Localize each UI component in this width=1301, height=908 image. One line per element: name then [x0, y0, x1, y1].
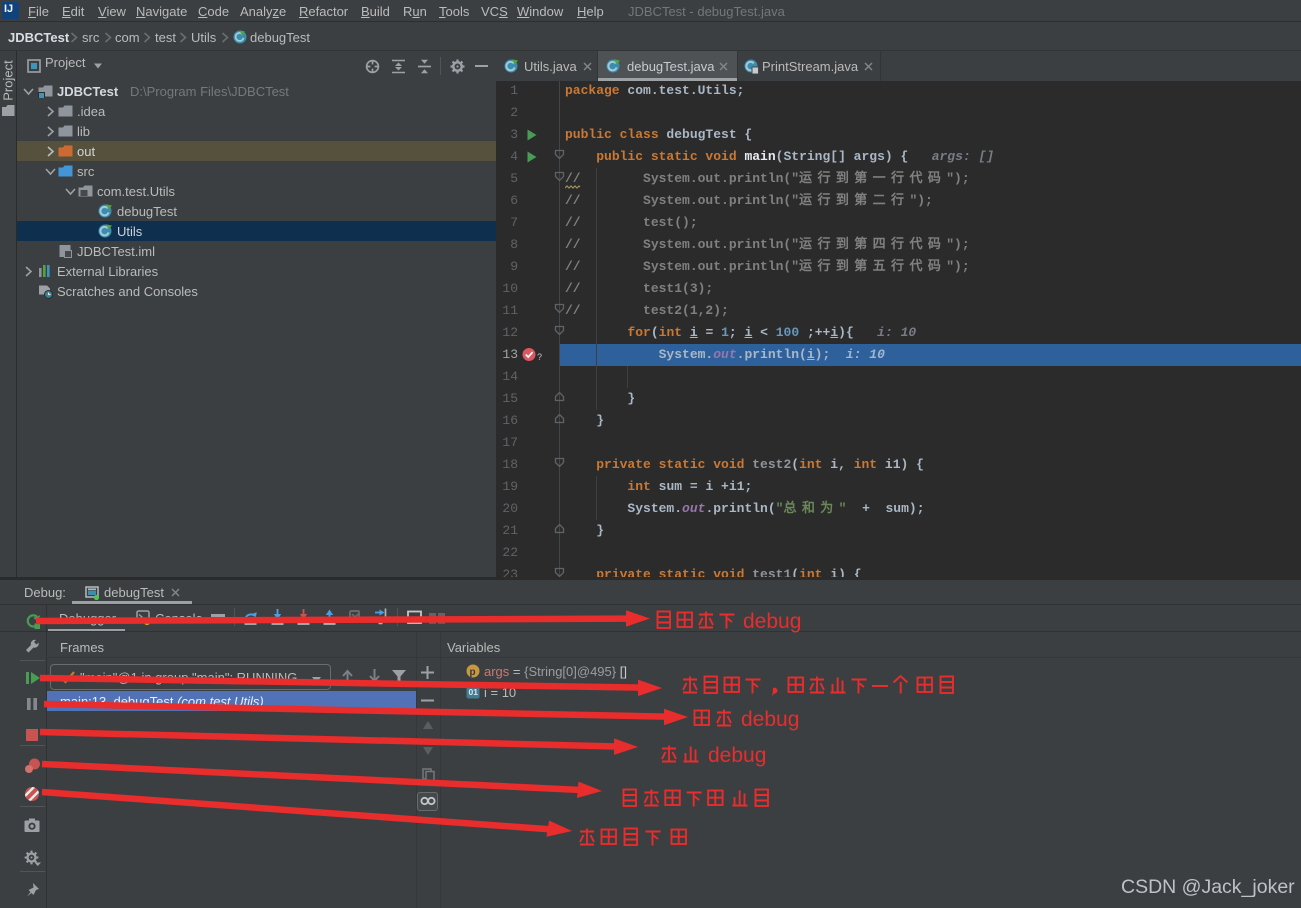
svg-text:debug: debug [743, 610, 801, 633]
svg-text:debug: debug [741, 708, 799, 731]
svg-text:debug: debug [708, 744, 766, 767]
